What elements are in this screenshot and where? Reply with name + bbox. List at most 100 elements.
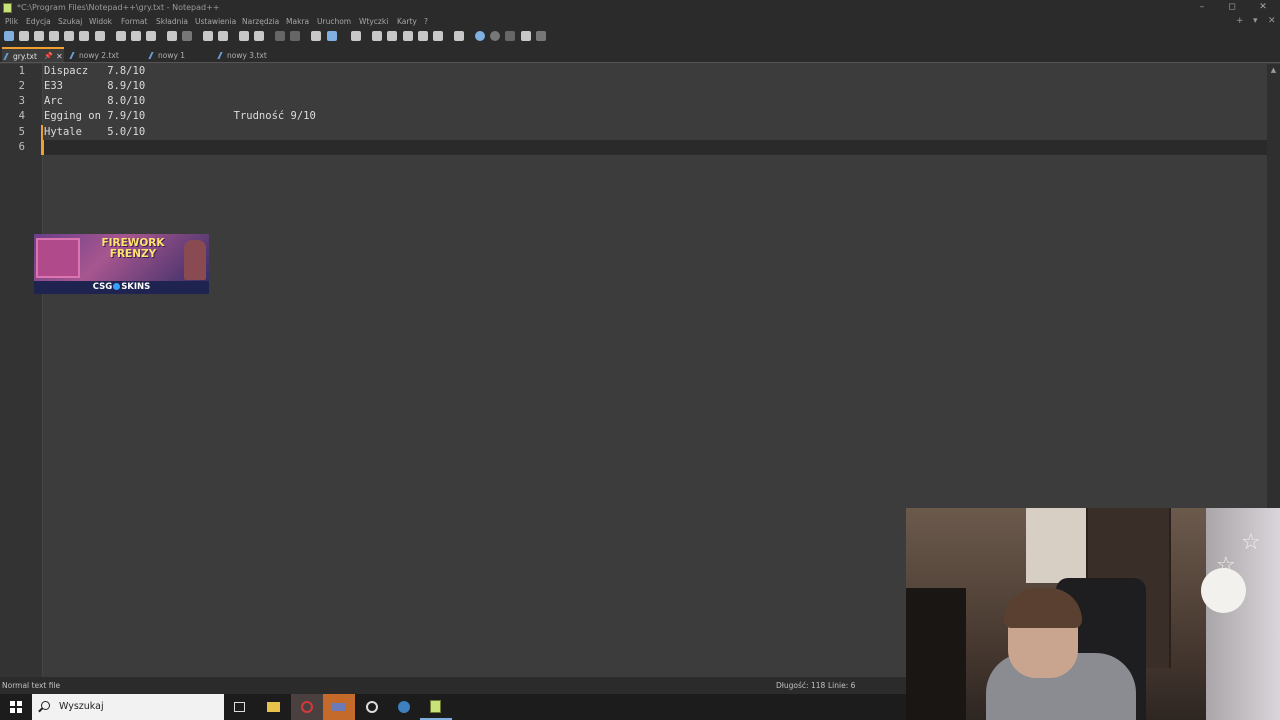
taskbar-steam[interactable] [388,694,420,720]
paste-icon[interactable] [146,31,156,41]
menu-help[interactable]: ? [424,15,428,28]
scroll-up-arrow-icon[interactable]: ▲ [1267,64,1280,76]
sync-horizontal-icon[interactable] [290,31,300,41]
tab-gry-txt[interactable]: gry.txt 📌 ✕ [2,47,64,62]
taskbar-file-explorer[interactable] [257,694,289,720]
menu-plugins[interactable]: Wtyczki [359,15,388,28]
toolbar [0,28,1280,45]
close-file-icon[interactable] [64,31,74,41]
file-type-status: Normal text file [2,681,61,690]
menu-file[interactable]: Plik [5,15,18,28]
ad-title: FIREWORK FRENZY [92,238,174,260]
start-button[interactable] [0,694,32,720]
line-number-gutter[interactable]: 1 2 3 4 5 6 [0,64,43,677]
document-list-icon[interactable] [403,31,413,41]
title-bar: *C:\Program Files\Notepad++\gry.txt - No… [0,0,1280,15]
stream-ad-overlay: FIREWORK FRENZY CSG SKINS [34,234,209,294]
file-icon [217,52,226,59]
webcam-furniture [906,588,966,720]
tab-nowy-3-txt[interactable]: nowy 3.txt [216,48,292,63]
tab-label: gry.txt [13,52,37,61]
new-file-icon[interactable] [4,31,14,41]
open-file-icon[interactable] [19,31,29,41]
menu-language[interactable]: Składnia [156,15,188,28]
line-number: 3 [18,95,25,107]
menu-search[interactable]: Szukaj [58,15,82,28]
save-macro-icon[interactable] [536,31,546,41]
close-button[interactable]: ✕ [1248,0,1278,15]
text-caret [42,140,44,155]
menu-view[interactable]: Widok [89,15,112,28]
user-language-icon[interactable] [372,31,382,41]
text-line: E33 8.9/10 [44,80,146,92]
menu-macro[interactable]: Makra [286,15,309,28]
run-macro-multiple-icon[interactable] [521,31,531,41]
document-map-icon[interactable] [387,31,397,41]
ad-title-line: FRENZY [109,248,157,260]
replace-icon[interactable] [218,31,228,41]
save-all-icon[interactable] [49,31,59,41]
pin-icon[interactable]: 📌 [44,49,53,64]
menu-window[interactable]: Karty [397,15,417,28]
monitoring-icon[interactable] [454,31,464,41]
cut-icon[interactable] [116,31,126,41]
taskbar-opera[interactable] [291,694,323,720]
save-icon[interactable] [34,31,44,41]
ad-character-graphic [184,240,206,280]
zoom-out-icon[interactable] [254,31,264,41]
redo-icon[interactable] [182,31,192,41]
length-status: Długość: 118 [776,681,826,690]
file-icon [148,52,157,59]
opera-icon [301,701,313,713]
current-line-highlight [43,140,1267,155]
close-tab-icon[interactable]: ✕ [56,49,63,64]
menu-format[interactable]: Format [121,15,147,28]
text-line: Hytale 5.0/10 [44,126,146,138]
task-view-button[interactable] [224,694,256,720]
record-macro-icon[interactable] [475,31,485,41]
tab-label: nowy 2.txt [79,51,119,60]
print-icon[interactable] [95,31,105,41]
taskbar-app[interactable] [356,694,388,720]
show-all-characters-icon[interactable] [327,31,337,41]
close-document-button[interactable]: ✕ [1268,15,1276,28]
tab-nowy-2-txt[interactable]: nowy 2.txt [68,48,144,63]
maximize-button[interactable]: ◻ [1217,0,1247,15]
line-number: 6 [18,141,25,153]
line-number: 4 [18,110,25,122]
menu-settings[interactable]: Ustawienia [195,15,236,28]
word-wrap-icon[interactable] [311,31,321,41]
menu-edit[interactable]: Edycja [26,15,51,28]
menu-run[interactable]: Uruchom [317,15,351,28]
lines-status: Linie: 6 [828,681,856,690]
stop-recording-icon[interactable] [490,31,500,41]
folder-as-workspace-icon[interactable] [433,31,443,41]
taskbar-obs[interactable] [323,694,355,720]
search-icon [41,701,50,710]
playback-macro-icon[interactable] [505,31,515,41]
find-icon[interactable] [203,31,213,41]
zoom-in-icon[interactable] [239,31,249,41]
star-decoration-icon: ☆ [1216,553,1236,578]
folder-icon [267,702,280,712]
tab-label: nowy 3.txt [227,51,267,60]
taskbar-notepad-plus-plus[interactable] [420,694,452,720]
ad-building-graphic [36,238,80,278]
tab-label: nowy 1 [158,51,186,60]
new-tab-button[interactable]: + [1236,15,1244,28]
tab-list-dropdown[interactable]: ▾ [1253,15,1258,28]
sync-vertical-icon[interactable] [275,31,285,41]
tab-nowy-1[interactable]: nowy 1 [147,48,213,63]
minimize-button[interactable]: – [1187,0,1217,15]
app-icon [332,703,346,711]
function-list-icon[interactable] [418,31,428,41]
indent-guide-icon[interactable] [351,31,361,41]
taskbar-search-box[interactable]: Wyszukaj [32,694,224,720]
copy-icon[interactable] [131,31,141,41]
close-all-icon[interactable] [79,31,89,41]
menu-bar: Plik Edycja Szukaj Widok Format Składnia… [0,15,1280,28]
undo-icon[interactable] [167,31,177,41]
menu-tools[interactable]: Narzędzia [242,15,279,28]
modified-file-icon [3,53,12,60]
webcam-window-light [1026,508,1086,583]
